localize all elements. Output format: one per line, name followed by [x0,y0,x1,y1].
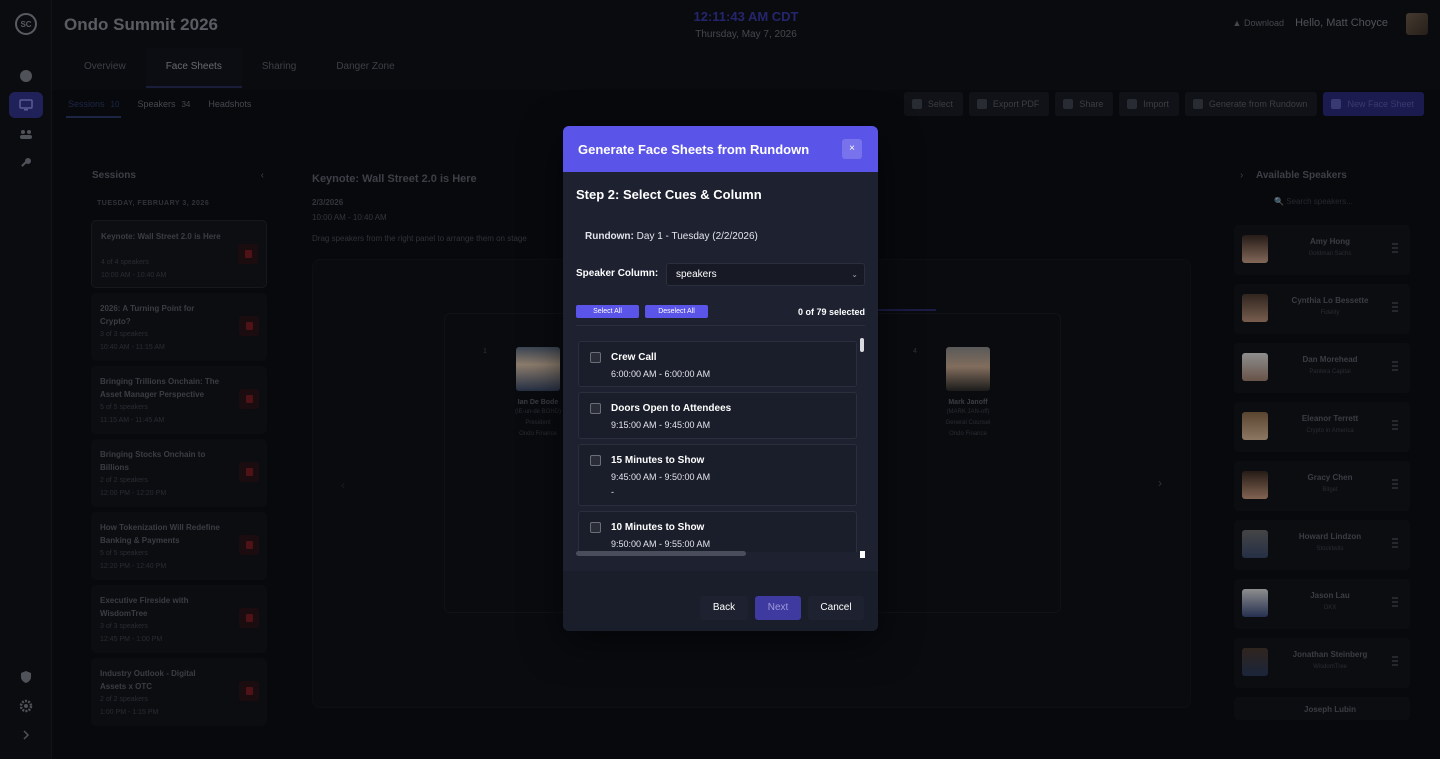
rundown-info: Rundown: Day 1 - Tuesday (2/2/2026) [585,231,758,242]
cue-checkbox[interactable] [590,352,601,363]
cue-checkbox[interactable] [590,455,601,466]
selected-count: 0 of 79 selected [797,307,865,317]
cue-name: 10 Minutes to Show [611,522,705,533]
divider [576,325,865,326]
deselect-all-button[interactable]: Deselect All [645,305,708,318]
cue-time: 9:45:00 AM - 9:50:00 AM [611,472,711,482]
vertical-scrollbar[interactable] [860,338,864,352]
list-item[interactable]: 15 Minutes to Show 9:45:00 AM - 9:50:00 … [578,444,857,506]
cue-checkbox[interactable] [590,403,601,414]
cue-time: 6:00:00 AM - 6:00:00 AM [611,369,711,379]
cue-time: 9:15:00 AM - 9:45:00 AM [611,420,711,430]
rundown-value: Day 1 - Tuesday (2/2/2026) [636,231,758,242]
list-item[interactable]: 10 Minutes to Show 9:50:00 AM - 9:55:00 … [578,511,857,552]
cue-name: Crew Call [611,352,657,363]
app-root: SC Ondo Summit 2026 12:11:43 AM CDT Thur… [0,0,1440,759]
cue-name: Doors Open to Attendees [611,403,732,414]
generate-face-sheets-dialog: Generate Face Sheets from Rundown × Step… [563,126,878,631]
cue-speakers: - [611,487,614,497]
select-all-button[interactable]: Select All [576,305,639,318]
chevron-down-icon: ⌄ [851,270,858,279]
dialog-title: Generate Face Sheets from Rundown [578,142,810,157]
cue-checkbox[interactable] [590,522,601,533]
cue-list[interactable]: Crew Call 6:00:00 AM - 6:00:00 AM Doors … [576,338,865,552]
next-button[interactable]: Next [755,596,801,620]
step-title: Step 2: Select Cues & Column [576,187,762,202]
dialog-header: Generate Face Sheets from Rundown × [563,126,878,172]
list-item[interactable]: Doors Open to Attendees 9:15:00 AM - 9:4… [578,392,857,439]
cancel-button[interactable]: Cancel [808,596,864,620]
horizontal-scrollbar[interactable] [576,551,746,556]
back-button[interactable]: Back [700,596,748,620]
speaker-column-label: Speaker Column: [576,268,659,279]
cue-name: 15 Minutes to Show [611,455,705,466]
speaker-column-select[interactable]: speakers ⌄ [666,263,865,286]
list-item[interactable]: Crew Call 6:00:00 AM - 6:00:00 AM [578,341,857,387]
select-value: speakers [676,269,717,280]
scroll-corner [860,551,865,558]
cue-time: 9:50:00 AM - 9:55:00 AM [611,539,711,549]
close-icon[interactable]: × [842,139,862,159]
rundown-label: Rundown: [585,231,634,242]
